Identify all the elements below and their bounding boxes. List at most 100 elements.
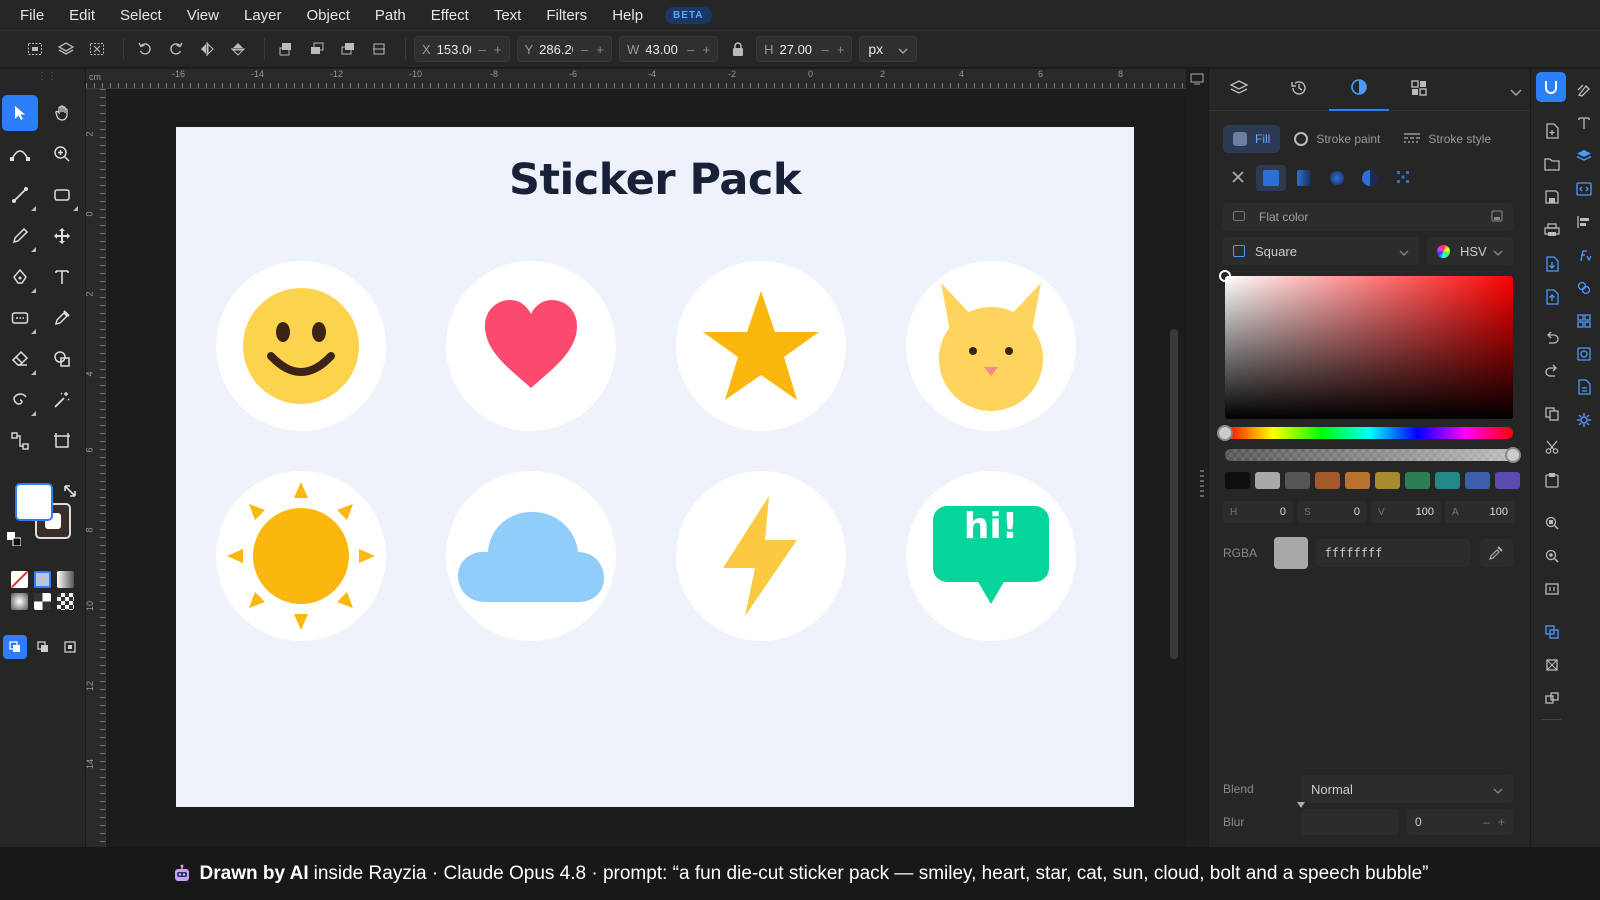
fill-color-indicator[interactable] — [15, 483, 53, 521]
default-colors-icon[interactable] — [7, 532, 22, 549]
node-tool[interactable] — [2, 136, 38, 172]
h-channel-field[interactable]: H0 — [1223, 501, 1293, 523]
x-decrement-button[interactable]: – — [479, 42, 486, 57]
h-value[interactable]: 27.00 — [780, 42, 814, 57]
blur-increment-button[interactable]: + — [1498, 815, 1505, 829]
sticker-cloud[interactable] — [446, 471, 616, 641]
linear-gradient-button[interactable] — [57, 571, 74, 588]
pen-tool[interactable] — [2, 259, 38, 295]
zoom-drawing-icon[interactable] — [1541, 545, 1563, 567]
copy-icon[interactable] — [1541, 403, 1563, 425]
sticker-smiley[interactable] — [216, 261, 386, 431]
pattern-button[interactable] — [57, 593, 74, 610]
no-paint-button[interactable] — [11, 571, 28, 588]
tab-history[interactable] — [1269, 69, 1329, 111]
panel-menu-chevron-icon[interactable] — [1510, 84, 1522, 100]
h-field[interactable]: H 27.00 – + — [756, 36, 853, 62]
subtab-stroke-paint[interactable]: Stroke paint — [1284, 125, 1390, 153]
rotate-cw-icon[interactable] — [163, 36, 189, 62]
hue-slider-handle[interactable] — [1217, 425, 1233, 441]
blur-decrement-button[interactable]: – — [1483, 815, 1490, 829]
flat-paint-button[interactable] — [34, 571, 51, 588]
save-icon[interactable] — [1541, 186, 1563, 208]
menu-filters[interactable]: Filters — [546, 7, 587, 24]
a-channel-value[interactable]: 100 — [1490, 506, 1508, 518]
save-swatch-icon[interactable] — [1491, 210, 1503, 225]
v-channel-value[interactable]: 100 — [1416, 506, 1434, 518]
panel-resize-handle[interactable] — [1200, 470, 1204, 500]
h-channel-value[interactable]: 0 — [1280, 506, 1286, 518]
w-field[interactable]: W 43.00 – + — [619, 36, 719, 62]
color-swatch[interactable] — [1225, 472, 1250, 489]
flip-vertical-icon[interactable] — [225, 36, 251, 62]
saturation-value-picker[interactable] — [1219, 270, 1513, 419]
pencil-tool[interactable] — [2, 218, 38, 254]
export-icon[interactable] — [1541, 286, 1563, 308]
w-decrement-button[interactable]: – — [687, 42, 694, 57]
zoom-tool[interactable] — [44, 136, 80, 172]
magic-wand-tool[interactable] — [44, 382, 80, 418]
blur-input[interactable]: 0 – + — [1407, 809, 1513, 835]
x-field[interactable]: X 153.00 – + — [414, 36, 510, 62]
xml-editor-icon[interactable] — [1573, 178, 1595, 200]
color-swatch[interactable] — [1375, 472, 1400, 489]
tab-fill-stroke[interactable] — [1329, 69, 1389, 111]
swap-colors-icon[interactable] — [62, 483, 78, 502]
zoom-page-icon[interactable] — [1541, 578, 1563, 600]
line-tool[interactable] — [2, 177, 38, 213]
h-decrement-button[interactable]: – — [822, 42, 829, 57]
node-edit-icon[interactable] — [1573, 79, 1595, 101]
paint-radial-button[interactable] — [1322, 165, 1352, 191]
selector-tool[interactable] — [2, 95, 38, 131]
menu-view[interactable]: View — [187, 7, 219, 24]
color-swatch[interactable] — [1465, 472, 1490, 489]
s-channel-field[interactable]: S0 — [1297, 501, 1367, 523]
artboard[interactable]: Sticker Pack hi! — [176, 127, 1134, 807]
select-all-icon[interactable] — [22, 36, 48, 62]
paint-mesh-button[interactable] — [1388, 165, 1418, 191]
menu-object[interactable]: Object — [307, 7, 350, 24]
menu-layer[interactable]: Layer — [244, 7, 282, 24]
sticker-sun[interactable] — [216, 471, 386, 641]
y-increment-button[interactable]: + — [596, 42, 604, 57]
symbols-icon[interactable] — [1573, 310, 1595, 332]
menu-effect[interactable]: Effect — [431, 7, 469, 24]
grip-icon[interactable]: ⋮⋮ — [37, 71, 57, 82]
lower-to-bottom-icon[interactable] — [366, 36, 392, 62]
snap-bbox-button[interactable] — [31, 635, 55, 659]
text-tool[interactable] — [44, 259, 80, 295]
align-distribute-icon[interactable] — [1573, 211, 1595, 233]
color-swatch[interactable] — [1405, 472, 1430, 489]
color-swatch[interactable] — [1285, 472, 1310, 489]
s-channel-value[interactable]: 0 — [1354, 506, 1360, 518]
raise-to-top-icon[interactable] — [273, 36, 299, 62]
artboard-title[interactable]: Sticker Pack — [176, 155, 1134, 205]
eyedropper-button[interactable] — [1479, 539, 1514, 567]
canvas[interactable]: Sticker Pack hi! — [106, 89, 1186, 847]
v-channel-field[interactable]: V 100 — [1371, 501, 1441, 523]
select-all-layers-icon[interactable] — [53, 36, 79, 62]
subtab-stroke-style[interactable]: Stroke style — [1394, 125, 1501, 153]
lock-ratio-icon[interactable] — [725, 36, 751, 62]
snap-nodes-button[interactable] — [58, 635, 82, 659]
sv-picker-handle[interactable] — [1219, 270, 1231, 282]
subtab-fill[interactable]: Fill — [1223, 125, 1281, 153]
connector-tool[interactable] — [2, 423, 38, 459]
lower-icon[interactable] — [335, 36, 361, 62]
alpha-slider-handle[interactable] — [1505, 447, 1521, 463]
blend-mode-select[interactable]: Normal — [1301, 775, 1513, 803]
open-folder-icon[interactable] — [1541, 153, 1563, 175]
sticker-star[interactable] — [676, 261, 846, 431]
hue-slider[interactable] — [1217, 425, 1513, 441]
rectangle-tool[interactable] — [44, 177, 80, 213]
flip-horizontal-icon[interactable] — [194, 36, 220, 62]
user-avatar-button[interactable] — [1536, 72, 1566, 102]
snap-toggle-button[interactable] — [3, 635, 27, 659]
eraser-tool[interactable] — [2, 341, 38, 377]
deselect-icon[interactable] — [84, 36, 110, 62]
menu-edit[interactable]: Edit — [69, 7, 95, 24]
w-value[interactable]: 43.00 — [645, 42, 679, 57]
text-box-tool[interactable] — [2, 300, 38, 336]
menu-path[interactable]: Path — [375, 7, 406, 24]
layers-objects-icon[interactable] — [1573, 145, 1595, 167]
